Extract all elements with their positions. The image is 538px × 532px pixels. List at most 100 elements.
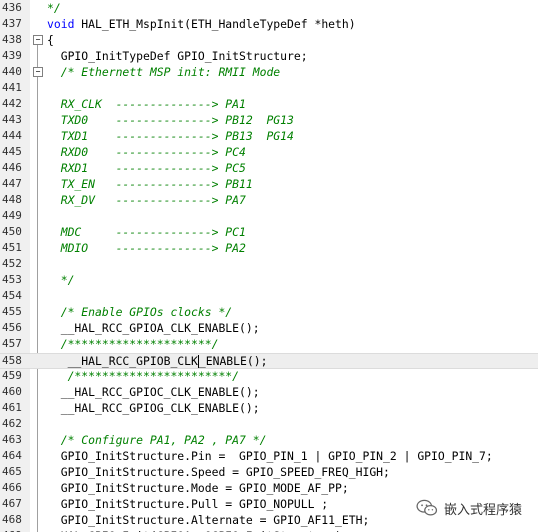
code-line[interactable]: 454 (0, 288, 538, 304)
line-number: 447 (2, 177, 22, 190)
watermark: 嵌入式程序猿 (416, 496, 531, 520)
line-number: 451 (2, 241, 22, 254)
fold-toggle-icon[interactable]: − (33, 67, 43, 77)
code-line[interactable]: 464 GPIO_InitStructure.Pin = GPIO_PIN_1 … (0, 448, 538, 464)
code-text: TXD0 --------------> PB12 PG13 (47, 113, 294, 127)
code-text: /* Configure PA1, PA2 , PA7 */ (47, 433, 267, 447)
code-text: __HAL_RCC_GPIOG_CLK_ENABLE(); (47, 401, 260, 415)
line-number: 450 (2, 225, 22, 238)
code-line[interactable]: 452 (0, 256, 538, 272)
code-line[interactable]: 446 RXD1 --------------> PC5 (0, 160, 538, 176)
code-text: /* Ethernett MSP init: RMII Mode (47, 65, 281, 79)
line-number: 457 (2, 337, 22, 350)
code-line[interactable]: 465 GPIO_InitStructure.Speed = GPIO_SPEE… (0, 464, 538, 480)
line-number: 439 (2, 49, 22, 62)
line-number: 441 (2, 81, 22, 94)
code-text: GPIO_InitStructure.Pull = GPIO_NOPULL ; (47, 497, 329, 511)
code-line[interactable]: 449 (0, 208, 538, 224)
code-line[interactable]: 442 RX_CLK --------------> PA1 (0, 96, 538, 112)
code-text: TXD1 --------------> PB13 PG14 (47, 129, 294, 143)
code-line[interactable]: 436 */ (0, 0, 538, 16)
code-text: RXD0 --------------> PC4 (47, 145, 246, 159)
line-number: 454 (2, 289, 22, 302)
code-text: GPIO_InitTypeDef GPIO_InitStructure; (47, 49, 308, 63)
line-number: 449 (2, 209, 22, 222)
code-text: MDIO --------------> PA2 (47, 241, 246, 255)
code-line[interactable]: 444 TXD1 --------------> PB13 PG14 (0, 128, 538, 144)
code-text: GPIO_InitStructure.Speed = GPIO_SPEED_FR… (47, 465, 390, 479)
line-number: 437 (2, 17, 22, 30)
code-text: GPIO_InitStructure.Mode = GPIO_MODE_AF_P… (47, 481, 349, 495)
code-line[interactable]: 439 GPIO_InitTypeDef GPIO_InitStructure; (0, 48, 538, 64)
line-number: 455 (2, 305, 22, 318)
fold-toggle-icon[interactable]: − (33, 35, 43, 45)
watermark-label: 嵌入式程序猿 (444, 502, 523, 518)
line-number: 445 (2, 145, 22, 158)
line-number: 468 (2, 513, 22, 526)
code-text: void HAL_ETH_MspInit(ETH_HandleTypeDef *… (47, 17, 356, 31)
code-line[interactable]: 469 HAL_GPIO_Init(GPIOA, &GPIO_InitStruc… (0, 528, 538, 532)
line-number: 440 (2, 65, 22, 78)
code-line[interactable]: 445 RXD0 --------------> PC4 (0, 144, 538, 160)
code-line[interactable]: 457 /*********************/ (0, 336, 538, 352)
code-line[interactable]: 438 −{ (0, 32, 538, 48)
code-line[interactable]: 440 − /* Ethernett MSP init: RMII Mode (0, 64, 538, 80)
code-line[interactable]: 461 __HAL_RCC_GPIOG_CLK_ENABLE(); (0, 400, 538, 416)
code-line[interactable]: 456 __HAL_RCC_GPIOA_CLK_ENABLE(); (0, 320, 538, 336)
code-text: GPIO_InitStructure.Alternate = GPIO_AF11… (47, 513, 370, 527)
text-caret (197, 355, 199, 368)
code-line[interactable]: 463 /* Configure PA1, PA2 , PA7 */ (0, 432, 538, 448)
code-text: HAL_GPIO_Init(GPIOA, &GPIO_InitStructure… (47, 528, 349, 532)
code-line[interactable]: 462 (0, 416, 538, 432)
code-line[interactable]: 453 */ (0, 272, 538, 288)
line-number: 444 (2, 129, 22, 142)
code-line[interactable]: 458 __HAL_RCC_GPIOB_CLK_ENABLE(); (0, 353, 538, 369)
code-text-after-caret: ENABLE(); (205, 354, 268, 368)
code-line[interactable]: 460 __HAL_RCC_GPIOC_CLK_ENABLE(); (0, 384, 538, 400)
line-number: 461 (2, 401, 22, 414)
line-number: 443 (2, 113, 22, 126)
code-text: */ (47, 273, 75, 287)
line-number: 453 (2, 273, 22, 286)
line-number: 462 (2, 417, 22, 430)
code-line[interactable]: 441 (0, 80, 538, 96)
code-text: /*********************/ (47, 337, 219, 351)
code-text: RXD1 --------------> PC5 (47, 161, 246, 175)
code-text: __HAL_RCC_GPIOC_CLK_ENABLE(); (47, 385, 260, 399)
line-number: 436 (2, 1, 22, 14)
code-line[interactable]: 448 RX_DV --------------> PA7 (0, 192, 538, 208)
line-number: 460 (2, 385, 22, 398)
code-line[interactable]: 459 /***********************/ (0, 368, 538, 384)
code-text: MDC --------------> PC1 (47, 225, 246, 239)
line-number: 446 (2, 161, 22, 174)
code-text: { (47, 33, 54, 47)
code-text: TX_EN --------------> PB11 (47, 177, 253, 191)
code-text: RX_CLK --------------> PA1 (47, 97, 246, 111)
code-line[interactable]: 450 MDC --------------> PC1 (0, 224, 538, 240)
line-number: 464 (2, 449, 22, 462)
line-number: 469 (2, 528, 28, 532)
line-number: 452 (2, 257, 22, 270)
line-number: 463 (2, 433, 22, 446)
code-line[interactable]: 443 TXD0 --------------> PB12 PG13 (0, 112, 538, 128)
code-line[interactable]: 437 void HAL_ETH_MspInit(ETH_HandleTypeDe… (0, 16, 538, 32)
wechat-icon (416, 499, 438, 516)
line-number: 456 (2, 321, 22, 334)
keyword-token: void (47, 17, 75, 31)
code-text: /***********************/ (47, 369, 240, 383)
line-number: 442 (2, 97, 22, 110)
code-text: /* Enable GPIOs clocks */ (47, 305, 233, 319)
code-editor[interactable]: 436 */ 437 void HAL_ETH_MspInit(ETH_HandleT… (0, 0, 538, 532)
code-text: RX_DV --------------> PA7 (47, 193, 246, 207)
line-number: 465 (2, 465, 22, 478)
code-text: __HAL_RCC_GPIOA_CLK_ENABLE(); (47, 321, 260, 335)
code-line[interactable]: 466 GPIO_InitStructure.Mode = GPIO_MODE_… (0, 480, 538, 496)
code-line[interactable]: 451 MDIO --------------> PA2 (0, 240, 538, 256)
code-text: */ (47, 1, 61, 15)
code-line[interactable]: 455 /* Enable GPIOs clocks */ (0, 304, 538, 320)
code-text: __HAL_RCC_GPIOB_CLK_ENABLE(); (47, 354, 268, 368)
line-number: 466 (2, 481, 22, 494)
code-text-before-caret: __HAL_RCC_GPIOB_CLK (47, 354, 198, 368)
line-number: 448 (2, 193, 22, 206)
code-line[interactable]: 447 TX_EN --------------> PB11 (0, 176, 538, 192)
